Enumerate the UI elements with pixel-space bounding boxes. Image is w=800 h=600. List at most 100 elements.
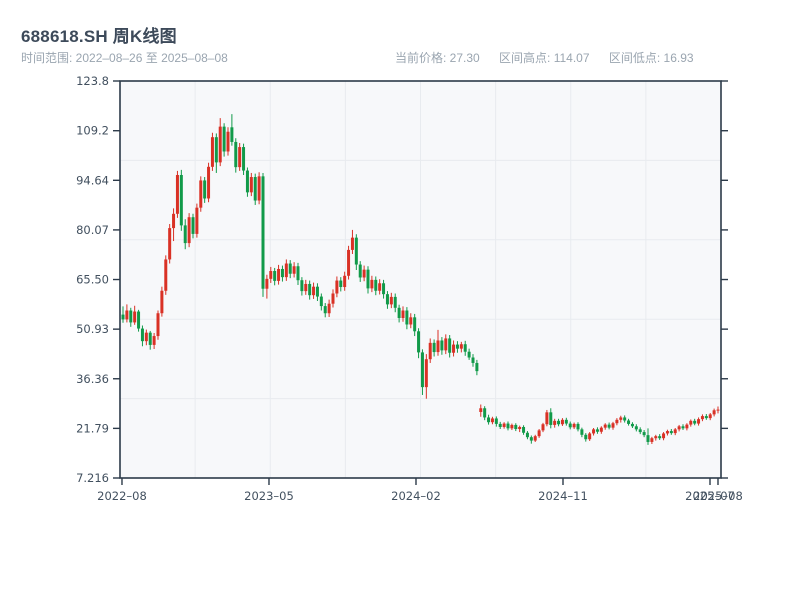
- candle-down: [455, 344, 459, 349]
- candle-up: [199, 180, 203, 208]
- candle-down: [420, 352, 424, 388]
- candle-down: [358, 264, 362, 278]
- y-tick-label: 109.2: [76, 124, 109, 138]
- candle-up: [518, 426, 522, 430]
- candle-up: [716, 409, 720, 411]
- candle-up: [284, 263, 288, 278]
- candle-up: [479, 408, 483, 412]
- candle-down: [234, 141, 238, 168]
- candle-up: [545, 412, 549, 425]
- candle-up: [226, 131, 230, 152]
- candle-down: [487, 417, 491, 423]
- candle-up: [144, 332, 148, 342]
- candle-up: [444, 338, 448, 351]
- x-tick-label: 2023–05: [244, 489, 294, 503]
- candle-down: [374, 279, 378, 291]
- candle-down: [339, 280, 343, 288]
- candle-up: [331, 293, 335, 304]
- candle-down: [413, 317, 417, 332]
- y-tick-label: 36.36: [76, 372, 109, 386]
- candle-down: [183, 225, 187, 244]
- candle-up: [537, 430, 541, 437]
- candle-down: [242, 147, 246, 171]
- candle-up: [560, 419, 564, 425]
- candle-up: [611, 423, 615, 428]
- candle-down: [584, 434, 588, 440]
- candle-up: [160, 290, 164, 314]
- candle-down: [385, 294, 389, 305]
- candle-down: [658, 436, 662, 439]
- candle-down: [315, 286, 319, 297]
- candle-down: [129, 310, 133, 323]
- candle-up: [292, 266, 296, 274]
- candle-up: [665, 431, 669, 434]
- candle-down: [580, 429, 584, 435]
- candle-up: [615, 419, 619, 424]
- candle-down: [382, 283, 386, 295]
- candle-up: [156, 313, 160, 337]
- candle-down: [693, 420, 697, 424]
- candle-down: [214, 137, 218, 163]
- candle-up: [172, 213, 176, 229]
- candle-down: [467, 351, 471, 358]
- candle-up: [152, 336, 156, 345]
- candle-up: [662, 433, 666, 439]
- candle-up: [452, 344, 456, 353]
- candle-down: [354, 237, 358, 265]
- candle-up: [603, 424, 607, 428]
- candle-up: [269, 271, 273, 279]
- candle-down: [140, 328, 144, 342]
- candle-up: [712, 410, 716, 415]
- candle-up: [277, 268, 281, 281]
- candle-up: [459, 344, 463, 349]
- candle-down: [121, 314, 125, 320]
- candle-up: [697, 419, 701, 424]
- candle-down: [494, 418, 498, 424]
- candle-down: [463, 344, 467, 352]
- candle-down: [448, 338, 452, 353]
- candle-down: [506, 423, 510, 429]
- candle-up: [195, 207, 199, 234]
- candle-down: [483, 408, 487, 418]
- candle-up: [335, 280, 339, 294]
- candle-up: [572, 423, 576, 428]
- candle-down: [568, 423, 572, 428]
- y-tick-label: 7.216: [76, 471, 109, 485]
- candle-down: [432, 342, 436, 353]
- x-tick-label: 2022–08: [97, 489, 147, 503]
- candle-up: [677, 426, 681, 430]
- candle-up: [502, 423, 506, 427]
- candle-up: [164, 259, 168, 291]
- x-tick-label: 2024–11: [538, 489, 588, 503]
- candle-down: [638, 429, 642, 433]
- candle-up: [350, 237, 354, 250]
- candle-down: [288, 263, 292, 274]
- candle-up: [347, 249, 351, 276]
- candle-down: [261, 176, 265, 289]
- y-tick-label: 50.93: [76, 322, 109, 336]
- candle-up: [700, 416, 704, 420]
- candle-down: [296, 266, 300, 281]
- candle-up: [708, 414, 712, 419]
- candle-down: [522, 426, 526, 433]
- candle-down: [280, 268, 284, 278]
- y-tick-label: 94.64: [76, 173, 109, 187]
- candle-down: [137, 311, 141, 329]
- candle-down: [308, 283, 312, 296]
- candle-down: [148, 332, 152, 345]
- candle-down: [669, 431, 673, 434]
- candle-up: [401, 310, 405, 319]
- kline-chart: 123.8 109.2 94.64 80.07 65.50 50.93 36.36 21.79…: [76, 74, 743, 503]
- candle-down: [366, 269, 370, 289]
- candle-down: [607, 424, 611, 428]
- candle-down: [634, 426, 638, 430]
- candle-down: [179, 174, 183, 226]
- candle-down: [319, 296, 323, 307]
- candle-down: [471, 357, 475, 363]
- candle-up: [541, 424, 545, 431]
- candle-down: [646, 435, 650, 442]
- candle-down: [623, 417, 627, 421]
- candle-up: [257, 176, 261, 201]
- candle-down: [704, 416, 708, 419]
- candle-down: [245, 170, 249, 193]
